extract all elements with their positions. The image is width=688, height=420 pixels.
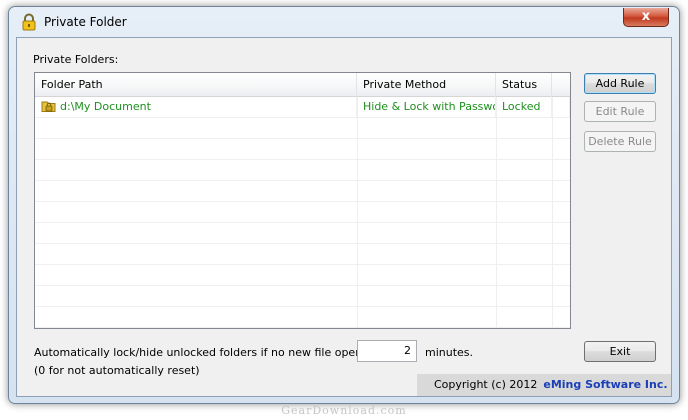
padlock-icon bbox=[22, 13, 36, 31]
client-area: Private Folders: Folder Path Private Met… bbox=[16, 37, 672, 397]
auto-lock-label: Automatically lock/hide unlocked folders… bbox=[34, 346, 402, 359]
auto-reset-note: (0 for not automatically reset) bbox=[34, 364, 200, 377]
column-divider bbox=[496, 97, 497, 328]
title-bar[interactable]: Private Folder x bbox=[9, 7, 679, 37]
private-method-cell: Hide & Lock with Password bbox=[357, 97, 496, 117]
column-divider bbox=[357, 97, 358, 328]
empty-row bbox=[35, 139, 570, 160]
private-folder-window: Private Folder x Private Folders: Folder… bbox=[8, 6, 680, 404]
copyright-text: Copyright (c) 2012 bbox=[434, 378, 538, 391]
column-header-blank bbox=[552, 73, 570, 97]
column-header-folder-path[interactable]: Folder Path bbox=[35, 73, 357, 97]
close-button[interactable]: x bbox=[623, 8, 669, 27]
empty-row bbox=[35, 202, 570, 223]
status-cell: Locked bbox=[496, 97, 552, 117]
watermark: GearDownload.com bbox=[281, 404, 407, 417]
empty-row bbox=[35, 181, 570, 202]
folder-path-text: d:\My Document bbox=[60, 100, 151, 113]
company-name: eMing Software Inc. bbox=[543, 378, 668, 391]
empty-row bbox=[35, 265, 570, 286]
copyright-bar: Copyright (c) 2012 eMing Software Inc. bbox=[417, 374, 671, 396]
blank-cell bbox=[552, 97, 570, 117]
minutes-input[interactable]: 2 bbox=[357, 340, 417, 362]
locked-folder-icon bbox=[41, 101, 56, 112]
edit-rule-button[interactable]: Edit Rule bbox=[584, 101, 656, 122]
empty-row bbox=[35, 307, 570, 328]
delete-rule-button[interactable]: Delete Rule bbox=[584, 131, 656, 152]
exit-button[interactable]: Exit bbox=[584, 341, 656, 362]
list-header: Folder Path Private Method Status bbox=[35, 73, 570, 97]
column-header-status[interactable]: Status bbox=[496, 73, 552, 97]
folder-path-cell: d:\My Document bbox=[35, 97, 357, 117]
empty-row bbox=[35, 223, 570, 244]
window-title: Private Folder bbox=[44, 15, 127, 29]
minutes-unit-label: minutes. bbox=[425, 346, 474, 359]
empty-row bbox=[35, 118, 570, 139]
private-folders-list[interactable]: Folder Path Private Method Status d:\My … bbox=[34, 72, 571, 329]
table-row[interactable]: d:\My Document Hide & Lock with Password… bbox=[35, 97, 570, 118]
empty-row bbox=[35, 244, 570, 265]
empty-row bbox=[35, 160, 570, 181]
column-divider bbox=[552, 97, 553, 328]
column-header-private-method[interactable]: Private Method bbox=[357, 73, 496, 97]
add-rule-button[interactable]: Add Rule bbox=[584, 73, 656, 94]
private-folders-label: Private Folders: bbox=[33, 53, 119, 66]
empty-row bbox=[35, 286, 570, 307]
